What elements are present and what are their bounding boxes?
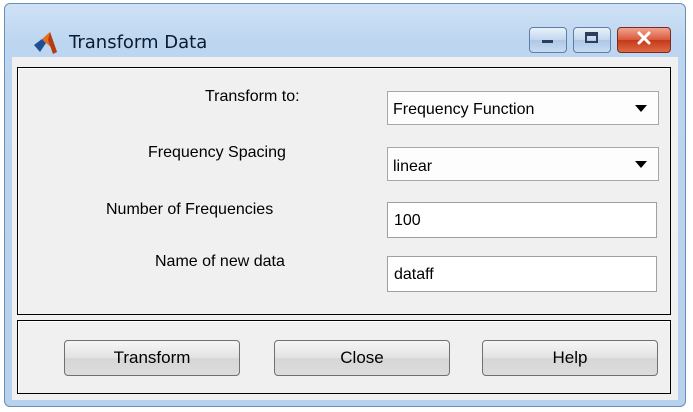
transform-button[interactable]: Transform (64, 340, 240, 376)
transform-to-dropdown[interactable]: Frequency Function (387, 91, 659, 125)
title-bar[interactable]: Transform Data (5, 4, 685, 56)
chevron-down-icon (635, 105, 647, 112)
new-data-name-label: Name of new data (155, 253, 285, 270)
matlab-logo-icon (33, 30, 59, 56)
transform-to-label: Transform to: (205, 88, 300, 105)
dialog-window: Transform Data Transform to: Frequency F… (4, 3, 686, 407)
minimize-icon (540, 31, 556, 49)
new-data-name-input[interactable]: dataff (387, 256, 657, 292)
close-icon (636, 31, 652, 50)
help-button[interactable]: Help (482, 340, 658, 376)
frequency-spacing-value: linear (393, 158, 433, 175)
close-button[interactable]: Close (274, 340, 450, 376)
frequency-spacing-dropdown[interactable]: linear (387, 147, 659, 181)
window-title: Transform Data (69, 32, 208, 53)
maximize-icon (584, 31, 600, 50)
transform-to-value: Frequency Function (393, 101, 535, 118)
chevron-down-icon (635, 161, 647, 168)
close-window-button[interactable] (617, 27, 671, 53)
number-of-frequencies-input[interactable]: 100 (387, 202, 657, 238)
minimize-button[interactable] (529, 27, 567, 53)
maximize-button[interactable] (573, 27, 611, 53)
number-of-frequencies-label: Number of Frequencies (106, 201, 274, 218)
dialog-client-area: Transform to: Frequency Function Frequen… (12, 57, 678, 400)
frequency-spacing-label: Frequency Spacing (148, 144, 286, 161)
